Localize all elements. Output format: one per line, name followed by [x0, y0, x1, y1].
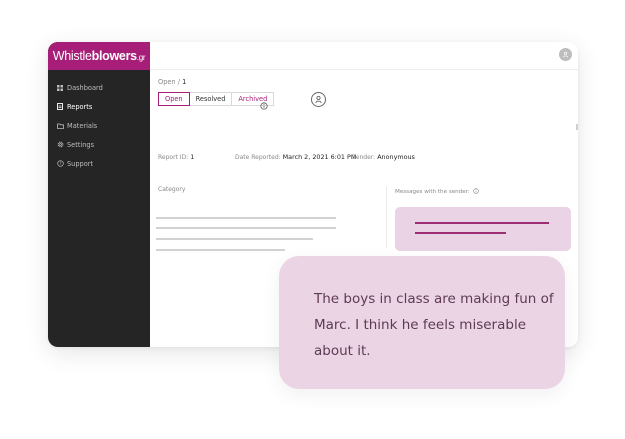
sidebar-item-label: Dashboard	[67, 83, 103, 92]
document-icon	[57, 103, 67, 110]
date-reported-value: March 2, 2021 6:01 PM	[282, 153, 357, 161]
scroll-indicator[interactable]	[576, 124, 578, 130]
sidebar-item-label: Settings	[67, 140, 95, 149]
breadcrumb-parent[interactable]: Open	[158, 78, 176, 86]
column-divider	[386, 186, 387, 248]
category-label: Category	[158, 186, 186, 193]
date-reported: Date Reported: March 2, 2021 6:01 PM	[235, 153, 356, 161]
tab-open[interactable]: Open	[158, 92, 190, 106]
user-icon	[315, 95, 322, 104]
info-icon[interactable]	[260, 95, 268, 114]
assign-user-button[interactable]	[311, 92, 326, 107]
message-bubble[interactable]	[395, 207, 571, 251]
category-placeholder-line	[156, 227, 336, 229]
date-reported-label: Date Reported:	[235, 154, 281, 161]
sender-label: Sender:	[352, 154, 376, 161]
sidebar-item-support[interactable]: ? Support	[48, 154, 150, 173]
sidebar-item-label: Support	[67, 159, 94, 168]
sender-value: Anonymous	[377, 153, 415, 161]
breadcrumb: Open / 1	[158, 78, 186, 86]
brand-name-right: blowers	[91, 49, 137, 63]
breadcrumb-current: 1	[182, 78, 187, 86]
top-bar	[150, 42, 578, 70]
category-placeholder-line	[156, 249, 285, 251]
message-placeholder-line	[415, 232, 506, 234]
help-icon: ?	[57, 160, 67, 167]
sidebar-item-label: Reports	[67, 102, 93, 111]
messages-label: Messages with the sender:	[395, 189, 470, 195]
page: Whistle blowers .gr Dashboard Reports Ma…	[0, 0, 625, 439]
grid-icon	[57, 84, 67, 91]
quote-text: The boys in class are making fun of Marc…	[314, 291, 554, 359]
tab-resolved[interactable]: Resolved	[189, 93, 232, 105]
brand-logo[interactable]: Whistle blowers .gr	[48, 42, 150, 70]
info-icon[interactable]	[473, 188, 479, 196]
report-id: Report ID: 1	[158, 153, 194, 161]
folder-icon	[57, 123, 67, 129]
sender: Sender: Anonymous	[352, 153, 415, 161]
sidebar-item-dashboard[interactable]: Dashboard	[48, 78, 150, 97]
gear-icon	[57, 141, 67, 148]
category-placeholder-line	[156, 217, 336, 219]
user-avatar-icon[interactable]	[559, 48, 572, 61]
report-id-value: 1	[190, 153, 195, 161]
sidebar: Whistle blowers .gr Dashboard Reports Ma…	[48, 42, 150, 347]
category-placeholder-line	[156, 238, 313, 240]
brand-tld: .gr	[136, 53, 146, 62]
brand-name-left: Whistle	[52, 49, 92, 63]
sidebar-nav: Dashboard Reports Materials Settings ? S…	[48, 70, 150, 173]
report-id-label: Report ID:	[158, 154, 189, 161]
message-placeholder-line	[415, 222, 549, 224]
sidebar-item-reports[interactable]: Reports	[48, 97, 150, 116]
sidebar-item-settings[interactable]: Settings	[48, 135, 150, 154]
sidebar-item-label: Materials	[67, 121, 98, 130]
status-tabs: Open Resolved Archived	[158, 92, 275, 106]
messages-header: Messages with the sender:	[395, 188, 479, 196]
sidebar-item-materials[interactable]: Materials	[48, 116, 150, 135]
quote-bubble: The boys in class are making fun of Marc…	[279, 256, 565, 389]
breadcrumb-separator: /	[177, 78, 180, 86]
